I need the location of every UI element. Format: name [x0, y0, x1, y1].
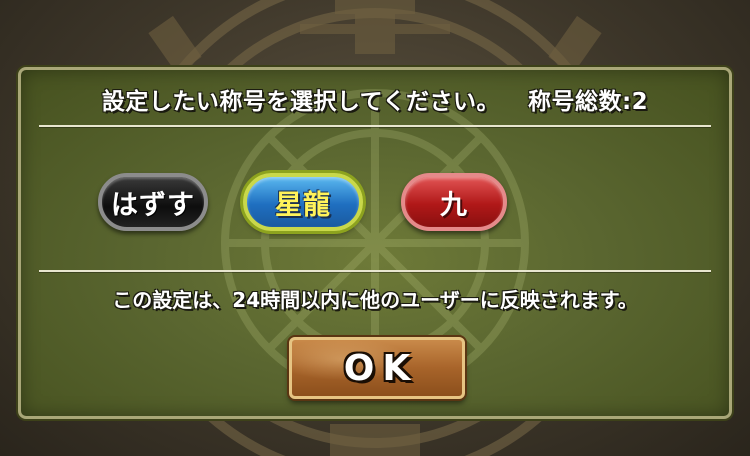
- title-option-seiryu[interactable]: 星龍: [243, 173, 363, 231]
- title-option-kyu[interactable]: 九: [401, 173, 507, 231]
- remove-title-label: はずす: [111, 189, 195, 221]
- remove-title-button[interactable]: はずす: [98, 173, 208, 231]
- title-select-dialog: 設定したい称号を選択してください。 称号総数:2 はずす 星龍 九 この設定は、2…: [18, 67, 732, 419]
- title-option-kyu-label: 九: [440, 189, 468, 221]
- top-divider: [39, 125, 711, 127]
- ok-button[interactable]: OK: [289, 337, 465, 399]
- dialog-title: 設定したい称号を選択してください。 称号総数:2: [21, 82, 729, 116]
- title-option-seiryu-label: 星龍: [275, 189, 331, 221]
- title-count: 称号総数:2: [527, 89, 649, 115]
- notice-text: この設定は、24時間以内に他のユーザーに反映されます。: [112, 288, 638, 312]
- middle-divider: [39, 270, 711, 272]
- dialog-title-text: 設定したい称号を選択してください。: [101, 89, 500, 115]
- ok-button-label: OK: [343, 347, 419, 389]
